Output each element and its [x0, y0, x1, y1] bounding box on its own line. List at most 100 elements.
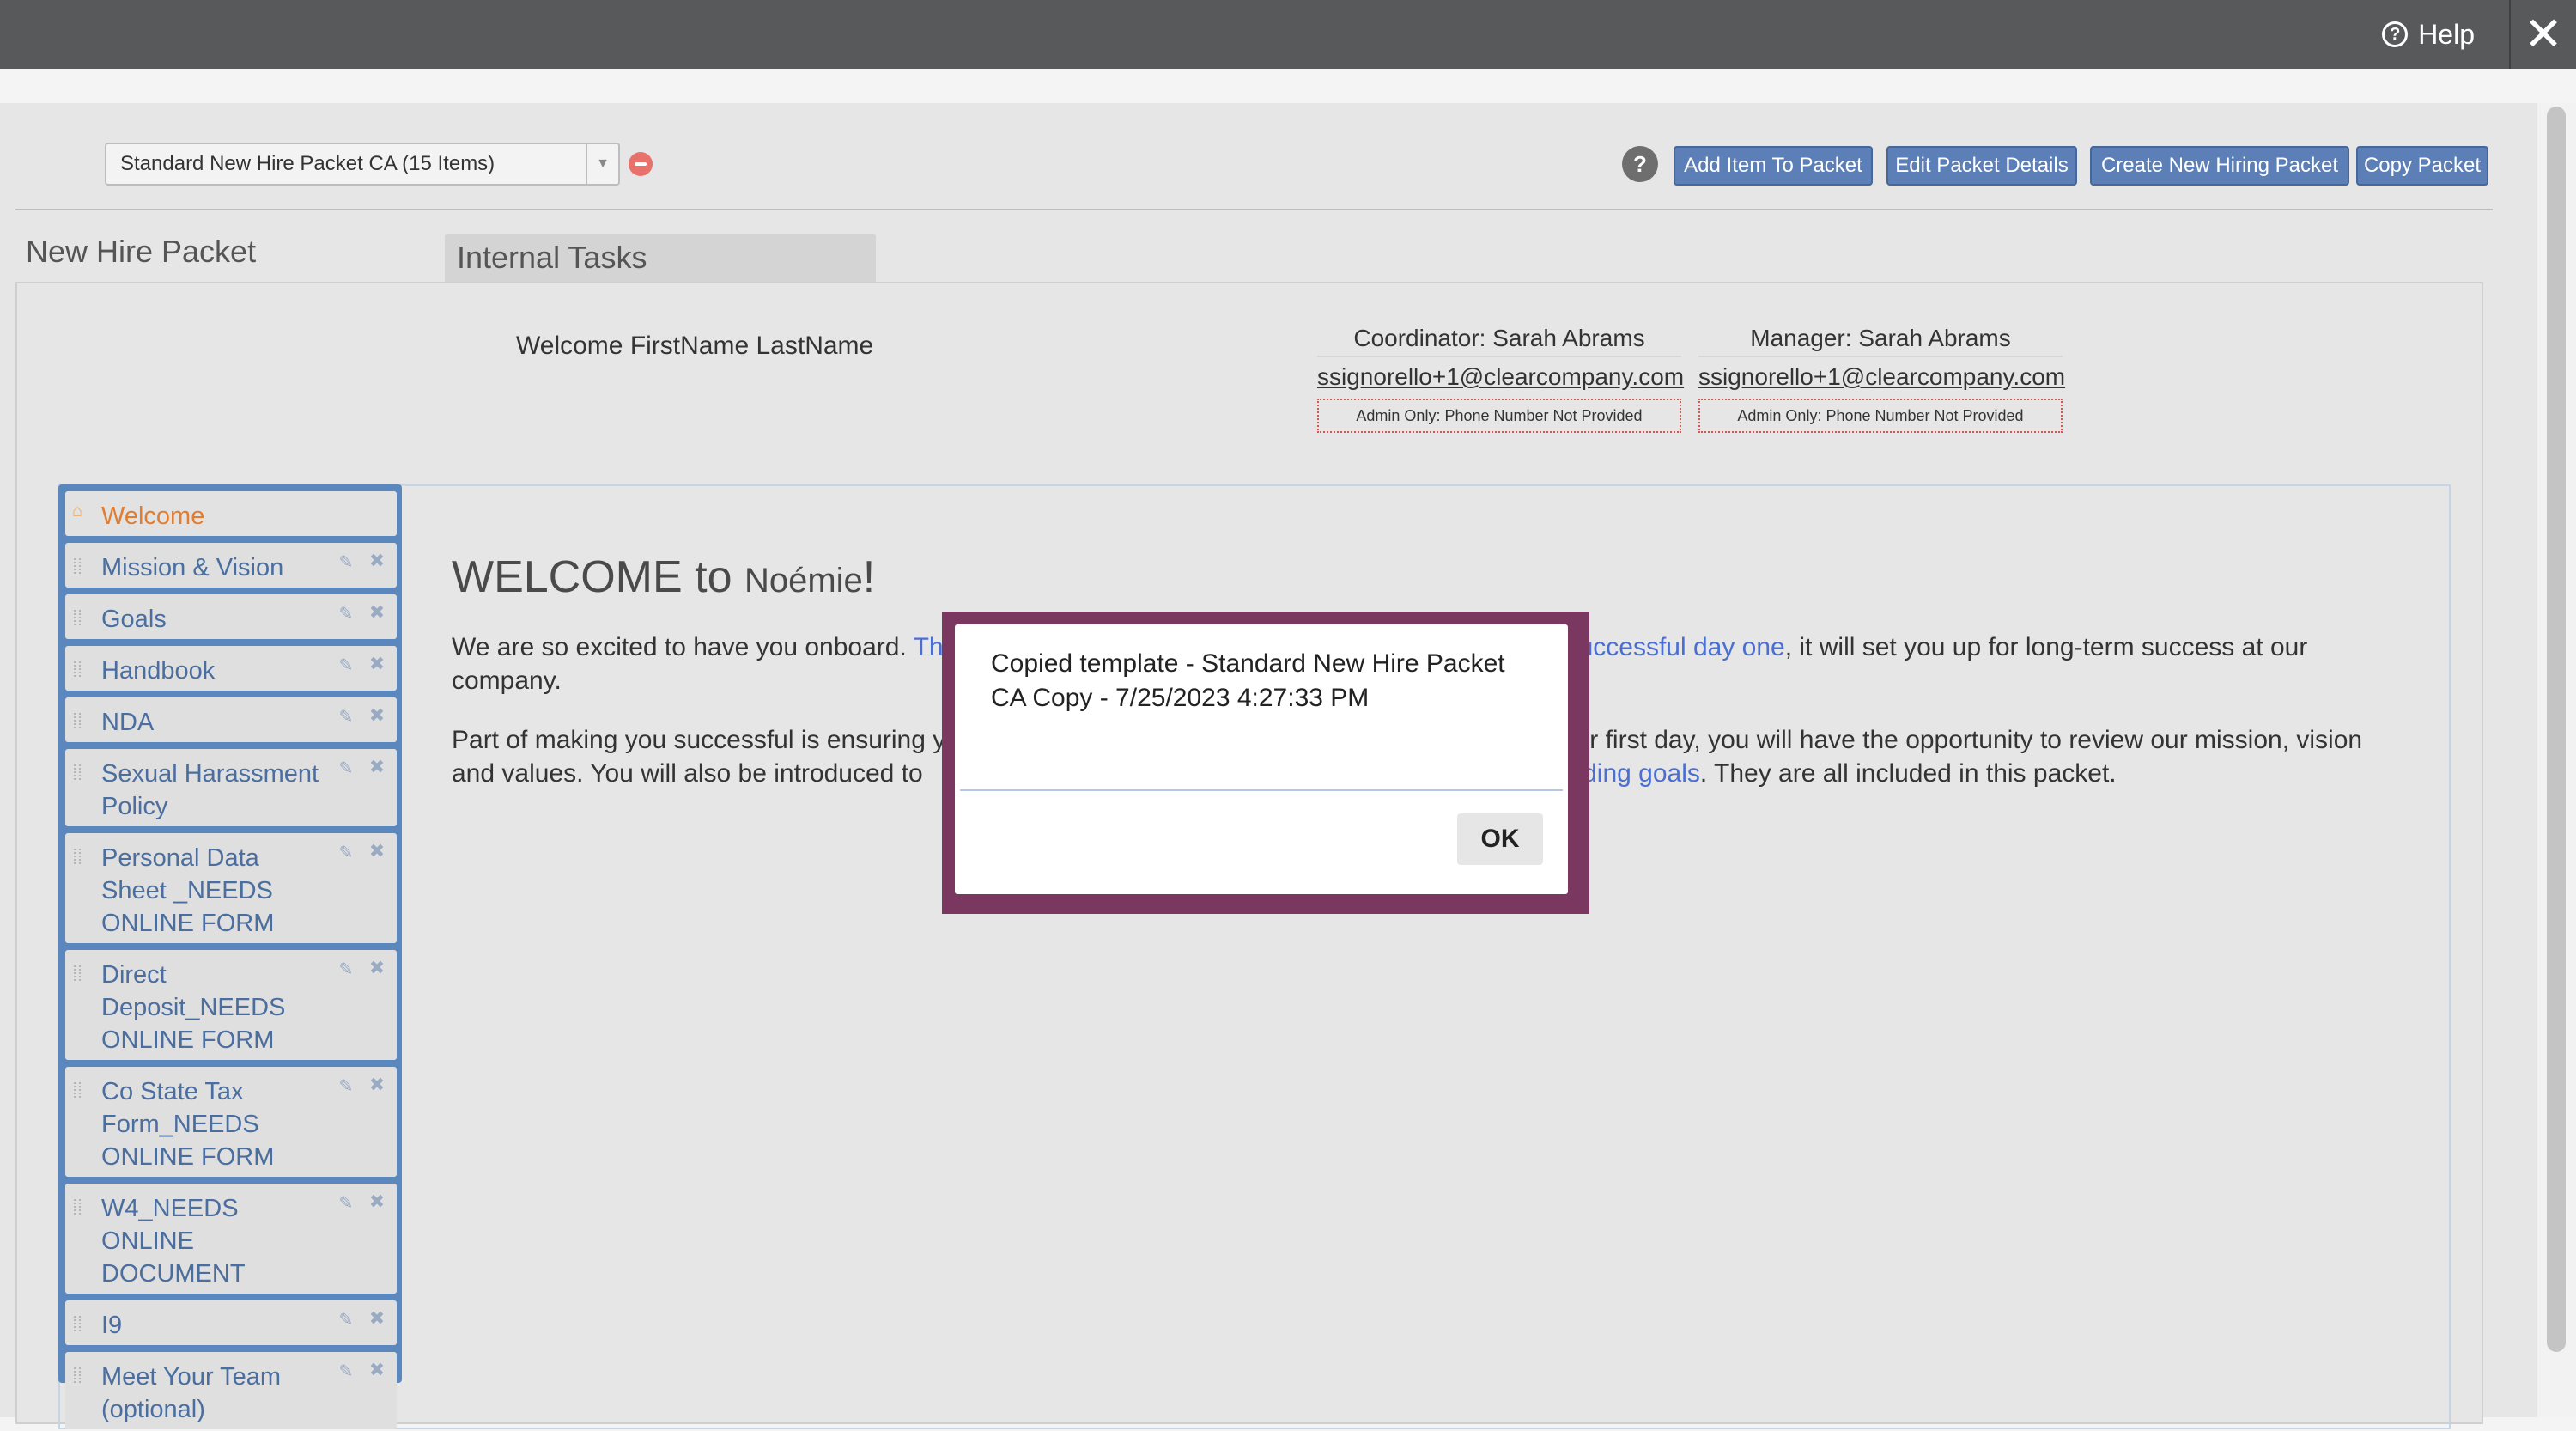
drag-handle-icon[interactable]	[74, 764, 81, 780]
sidebar-item-label: Direct Deposit_NEEDS ONLINE FORM	[101, 961, 286, 1054]
sidebar-item-label: I9	[101, 1312, 123, 1339]
dialog-message: Copied template - Standard New Hire Pack…	[991, 649, 1505, 712]
heading-suffix: !	[862, 552, 876, 602]
header-strip	[0, 69, 2576, 103]
drag-handle-icon[interactable]	[74, 1082, 81, 1098]
sidebar-item-label: Meet Your Team (optional)	[101, 1363, 282, 1423]
edit-icon[interactable]: ✎	[337, 605, 355, 624]
add-item-to-packet-button[interactable]: Add Item To Packet	[1674, 146, 1873, 186]
heading-prefix: WELCOME to	[452, 552, 744, 602]
delete-icon[interactable]: ✖	[368, 706, 386, 725]
help-link[interactable]: ? Help	[2382, 0, 2475, 69]
sidebar-item-handbook[interactable]: Handbook ✎ ✖	[65, 646, 397, 691]
delete-icon[interactable]: ✖	[368, 758, 386, 776]
edit-icon[interactable]: ✎	[337, 1362, 355, 1381]
manager-title: Manager: Sarah Abrams	[1698, 320, 2063, 357]
drag-handle-icon[interactable]	[74, 1367, 81, 1383]
paragraph-text: . They are all included in this packet.	[1699, 759, 2117, 788]
coordinator-title: Coordinator: Sarah Abrams	[1317, 320, 1681, 357]
sidebar-item-sexual-harassment-policy[interactable]: Sexual Harassment Policy ✎ ✖	[65, 749, 397, 826]
home-icon: ⌂	[72, 502, 83, 521]
drag-handle-icon[interactable]	[74, 610, 81, 625]
paragraph-text: We are so excited to have you onboard.	[452, 633, 914, 661]
divider	[15, 209, 2493, 210]
sidebar-item-goals[interactable]: Goals ✎ ✖	[65, 594, 397, 639]
sidebar-item-w4[interactable]: W4_NEEDS ONLINE DOCUMENT ✎ ✖	[65, 1184, 397, 1294]
create-new-hiring-packet-button[interactable]: Create New Hiring Packet	[2090, 146, 2349, 186]
sidebar-item-label: Handbook	[101, 657, 216, 685]
sidebar-item-co-state-tax-form[interactable]: Co State Tax Form_NEEDS ONLINE FORM ✎ ✖	[65, 1067, 397, 1177]
ok-button[interactable]: OK	[1457, 813, 1543, 865]
sidebar-item-i9[interactable]: I9 ✎ ✖	[65, 1300, 397, 1345]
sidebar-item-welcome[interactable]: ⌂ Welcome	[65, 491, 397, 536]
sidebar-item-personal-data-sheet[interactable]: Personal Data Sheet _NEEDS ONLINE FORM ✎…	[65, 833, 397, 943]
drag-handle-icon[interactable]	[74, 965, 81, 981]
vertical-scrollbar[interactable]	[2537, 103, 2576, 1417]
drag-handle-icon[interactable]	[74, 1316, 81, 1331]
sidebar-item-label: Mission & Vision	[101, 554, 284, 582]
coordinator-email-link[interactable]: ssignorello+1@clearcompany.com	[1317, 357, 1684, 397]
edit-icon[interactable]: ✎	[337, 1077, 355, 1096]
packet-select-value: Standard New Hire Packet CA (15 Items)	[120, 152, 495, 175]
drag-handle-icon[interactable]	[74, 1199, 81, 1215]
sidebar-item-label: W4_NEEDS ONLINE DOCUMENT	[101, 1195, 246, 1288]
coordinator-card: Coordinator: Sarah Abrams ssignorello+1@…	[1317, 320, 1684, 433]
scrollbar-thumb[interactable]	[2547, 107, 2566, 1352]
manager-card: Manager: Sarah Abrams ssignorello+1@clea…	[1698, 320, 2065, 433]
edit-icon[interactable]: ✎	[337, 1194, 355, 1213]
sidebar-item-direct-deposit[interactable]: Direct Deposit_NEEDS ONLINE FORM ✎ ✖	[65, 950, 397, 1060]
manager-email-link[interactable]: ssignorello+1@clearcompany.com	[1698, 357, 2065, 397]
edit-icon[interactable]: ✎	[337, 1311, 355, 1330]
drag-handle-icon[interactable]	[74, 713, 81, 728]
edit-icon[interactable]: ✎	[337, 553, 355, 572]
sidebar-item-nda[interactable]: NDA ✎ ✖	[65, 697, 397, 742]
packet-sidebar: ⌂ Welcome Mission & Vision ✎ ✖ Goals ✎ ✖…	[58, 484, 402, 1429]
delete-icon[interactable]: ✖	[368, 1075, 386, 1094]
sidebar-item-meet-your-team[interactable]: Meet Your Team (optional) ✎ ✖	[65, 1352, 397, 1429]
delete-icon[interactable]: ✖	[368, 842, 386, 861]
coordinator-phone: Admin Only: Phone Number Not Provided	[1317, 399, 1681, 433]
sidebar-item-mission-vision[interactable]: Mission & Vision ✎ ✖	[65, 543, 397, 588]
copy-packet-button[interactable]: Copy Packet	[2356, 146, 2488, 186]
sidebar-item-label: Welcome	[101, 502, 205, 530]
sidebar-item-label: Sexual Harassment Policy	[101, 760, 319, 820]
drag-handle-icon[interactable]	[74, 849, 81, 864]
packet-help-icon[interactable]: ?	[1622, 146, 1658, 182]
delete-icon[interactable]: ✖	[368, 603, 386, 622]
delete-icon[interactable]: ✖	[368, 959, 386, 977]
sidebar-item-label: Personal Data Sheet _NEEDS ONLINE FORM	[101, 844, 275, 937]
delete-icon[interactable]: ✖	[368, 1309, 386, 1328]
sidebar-item-label: Co State Tax Form_NEEDS ONLINE FORM	[101, 1078, 275, 1171]
successful-day-one-link[interactable]: uccessful day one	[1579, 633, 1785, 661]
tab-new-hire-packet[interactable]: New Hire Packet	[26, 234, 256, 270]
sidebar-item-label: Goals	[101, 606, 167, 633]
edit-icon[interactable]: ✎	[337, 708, 355, 727]
delete-icon[interactable]: ✖	[368, 1361, 386, 1379]
dialog-divider	[960, 789, 1563, 791]
drag-handle-icon[interactable]	[74, 661, 81, 677]
help-icon: ?	[2382, 21, 2409, 47]
edit-packet-details-button[interactable]: Edit Packet Details	[1886, 146, 2077, 186]
chevron-down-icon[interactable]: ▼	[586, 144, 618, 184]
remove-packet-icon[interactable]	[629, 152, 653, 176]
delete-icon[interactable]: ✖	[368, 551, 386, 570]
top-bar: ? Help ✕	[0, 0, 2576, 69]
manager-phone: Admin Only: Phone Number Not Provided	[1698, 399, 2063, 433]
paragraph-link[interactable]: Th	[914, 633, 944, 661]
welcome-heading: WELCOME to Noémie!	[452, 551, 875, 603]
help-label: Help	[2418, 18, 2475, 50]
close-icon[interactable]: ✕	[2511, 0, 2576, 69]
packet-select[interactable]: Standard New Hire Packet CA (15 Items) ▼	[105, 143, 620, 186]
edit-icon[interactable]: ✎	[337, 656, 355, 675]
edit-icon[interactable]: ✎	[337, 759, 355, 778]
delete-icon[interactable]: ✖	[368, 1192, 386, 1211]
edit-icon[interactable]: ✎	[337, 960, 355, 979]
copied-template-dialog: Copied template - Standard New Hire Pack…	[955, 624, 1568, 894]
drag-handle-icon[interactable]	[74, 558, 81, 574]
welcome-name: Welcome FirstName LastName	[516, 332, 874, 360]
edit-icon[interactable]: ✎	[337, 843, 355, 862]
sidebar-item-label: NDA	[101, 709, 155, 736]
delete-icon[interactable]: ✖	[368, 655, 386, 673]
paragraph-text: Part of making you successful is ensurin…	[452, 726, 946, 754]
tab-internal-tasks[interactable]: Internal Tasks	[445, 234, 876, 283]
